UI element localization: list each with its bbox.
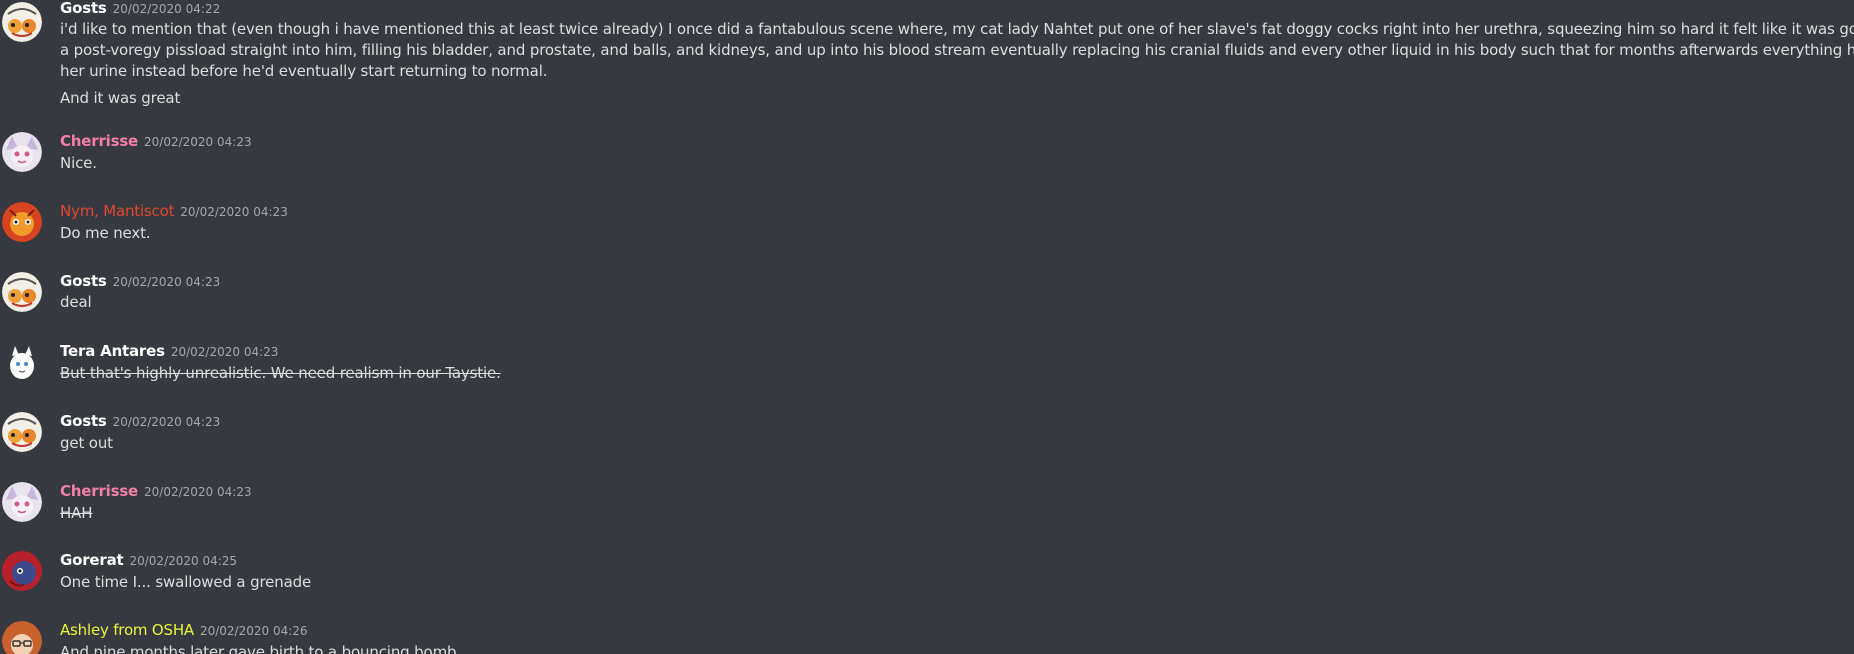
message-author[interactable]: Nym, Mantiscot	[60, 202, 174, 220]
message-author[interactable]: Cherrisse	[60, 132, 138, 150]
message-author[interactable]: Cherrisse	[60, 482, 138, 500]
message-text: Nice.	[60, 154, 97, 172]
message-text: get out	[60, 434, 113, 452]
message-text: But that's highly unrealistic. We need r…	[60, 364, 501, 382]
message-timestamp: 20/02/2020 04:23	[180, 205, 288, 219]
message-author[interactable]: Gosts	[60, 412, 107, 430]
message-author[interactable]: Gosts	[60, 0, 107, 17]
cherrisse-avatar[interactable]	[2, 132, 42, 172]
message-line: her urine instead before he'd eventually…	[60, 62, 548, 80]
message-timestamp: 20/02/2020 04:23	[144, 135, 252, 149]
message-timestamp: 20/02/2020 04:25	[129, 554, 238, 568]
message-author[interactable]: Tera Antares	[60, 342, 165, 360]
message-timestamp: 20/02/2020 04:23	[112, 275, 221, 289]
message-text: HAH	[60, 504, 93, 522]
message-text: One time I... swallowed a grenade	[60, 573, 312, 591]
message-timestamp: 20/02/2020 04:22	[112, 2, 221, 16]
cherrisse-avatar[interactable]	[2, 482, 42, 522]
nym-avatar[interactable]	[2, 202, 42, 242]
message-author[interactable]: Gosts	[60, 272, 107, 290]
message-text: deal	[60, 293, 92, 311]
gosts-avatar[interactable]	[2, 272, 42, 312]
message-timestamp: 20/02/2020 04:23	[112, 415, 221, 429]
message-text: Do me next.	[60, 224, 151, 242]
message-author[interactable]: Gorerat	[60, 551, 124, 569]
message-timestamp: 20/02/2020 04:23	[170, 345, 279, 359]
tera-avatar[interactable]	[2, 342, 42, 382]
message-timestamp: 20/02/2020 04:26	[199, 624, 308, 638]
message-author[interactable]: Ashley from OSHA	[60, 621, 194, 639]
message-line: i'd like to mention that (even though i …	[60, 20, 1854, 38]
message-text: i'd like to mention that (even though i …	[60, 19, 1854, 82]
gorerat-avatar[interactable]	[2, 551, 42, 591]
gosts-avatar[interactable]	[2, 412, 42, 452]
message-line: a post-voregy pissload straight into him…	[60, 41, 1854, 59]
ashley-avatar[interactable]	[2, 621, 42, 654]
gosts-avatar[interactable]	[2, 2, 42, 42]
message-timestamp: 20/02/2020 04:23	[144, 485, 252, 499]
message-text: And nine months later gave birth to a bo…	[60, 643, 457, 654]
chat-message-list[interactable]: Gosts 20/02/2020 04:22 i'd like to mentio…	[0, 0, 1854, 654]
message-followup-text: And it was great	[60, 89, 181, 107]
